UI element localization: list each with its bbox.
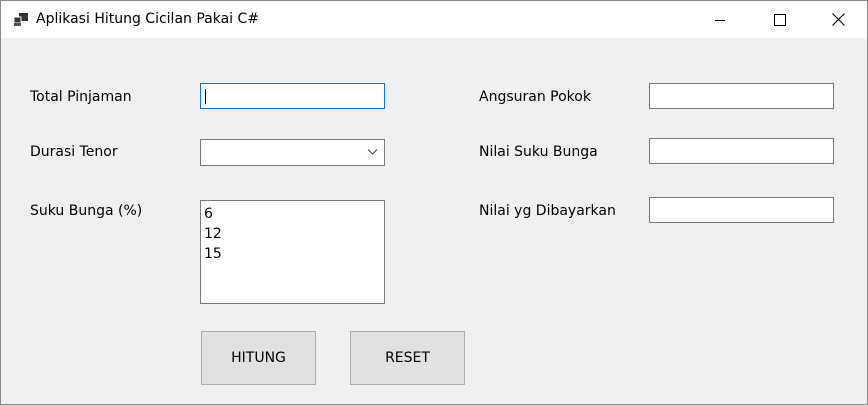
list-item[interactable]: 12 — [204, 224, 381, 244]
suku-bunga-label: Suku Bunga (%) — [30, 203, 143, 219]
chevron-down-icon[interactable] — [367, 148, 378, 156]
nilai-suku-bunga-input[interactable] — [649, 138, 834, 164]
minimize-button[interactable] — [691, 1, 749, 38]
app-window-icon — [13, 13, 28, 26]
close-button[interactable] — [809, 1, 867, 38]
total-pinjaman-input[interactable] — [200, 83, 385, 109]
list-item[interactable]: 6 — [204, 204, 381, 224]
nilai-dibayarkan-input[interactable] — [649, 197, 834, 223]
close-icon — [831, 13, 845, 26]
nilai-dibayarkan-label: Nilai yg Dibayarkan — [479, 203, 616, 219]
text-caret — [205, 89, 206, 104]
hitung-button[interactable]: HITUNG — [201, 331, 316, 385]
nilai-suku-bunga-label: Nilai Suku Bunga — [479, 144, 598, 160]
total-pinjaman-label: Total Pinjaman — [30, 89, 132, 105]
maximize-icon — [774, 13, 786, 26]
suku-bunga-listbox[interactable]: 6 12 15 — [200, 200, 385, 304]
durasi-tenor-dropdown[interactable] — [200, 139, 385, 166]
minimize-icon — [715, 19, 725, 21]
window-title: Aplikasi Hitung Cicilan Pakai C# — [36, 11, 260, 27]
title-bar[interactable]: Aplikasi Hitung Cicilan Pakai C# — [1, 1, 867, 38]
maximize-button[interactable] — [751, 1, 809, 38]
durasi-tenor-label: Durasi Tenor — [30, 144, 118, 160]
reset-button[interactable]: RESET — [350, 331, 465, 385]
list-item[interactable]: 15 — [204, 244, 381, 264]
angsuran-pokok-label: Angsuran Pokok — [479, 89, 591, 105]
angsuran-pokok-input[interactable] — [649, 83, 834, 109]
app-window: Aplikasi Hitung Cicilan Pakai C# Total P… — [0, 0, 868, 405]
